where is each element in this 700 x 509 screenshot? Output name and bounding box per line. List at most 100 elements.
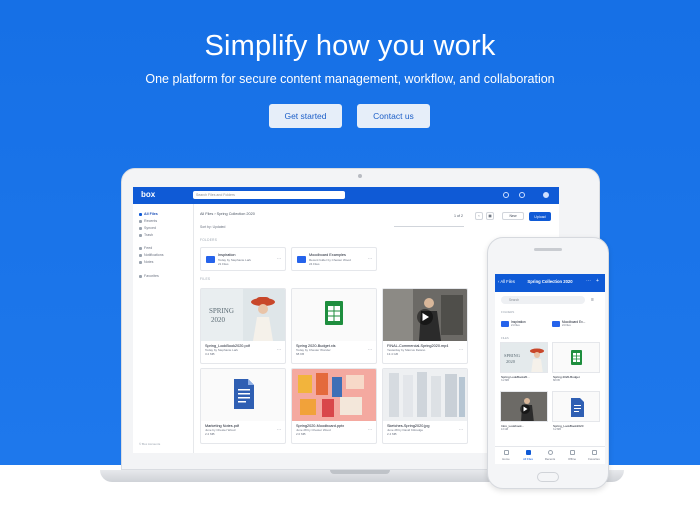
star-icon xyxy=(591,450,597,455)
zoom-slider[interactable] xyxy=(394,226,464,227)
folder-details: Today by Stephanie Lark 21 Files xyxy=(218,258,251,266)
sidebar-item-all-files[interactable]: All Files xyxy=(139,212,158,216)
sidebar-item-label: All Files xyxy=(144,212,158,216)
get-started-button[interactable]: Get started xyxy=(269,104,342,128)
more-icon[interactable]: ⋯ xyxy=(586,278,591,284)
sidebar-item-synced[interactable]: Synced xyxy=(139,226,156,230)
file-details: June by Chester Wood 2.2 MB xyxy=(205,428,235,437)
more-options-icon[interactable]: ⋯ xyxy=(277,347,281,352)
sidebar-item-feed[interactable]: Feed xyxy=(139,246,152,250)
sidebar-item-favorites[interactable]: Favorites xyxy=(139,274,159,278)
spring-lookbook-image: SPRING 2020 xyxy=(501,343,547,372)
phone-file-item[interactable]: Intro_Lookbook... 13 GB xyxy=(500,391,548,437)
more-options-icon[interactable]: ⋯ xyxy=(368,427,372,432)
more-options-icon[interactable]: ⋯ xyxy=(368,256,372,261)
folder-count: 24 Files xyxy=(309,262,320,266)
file-size: 13 GB xyxy=(501,428,509,431)
file-thumbnail-moodboard xyxy=(292,369,376,421)
phone-search-input[interactable]: Search xyxy=(501,296,585,304)
tab-label: Favorites xyxy=(588,457,600,461)
file-card[interactable]: SPRING 2020 Spring_LookBook2020.pdf Toda… xyxy=(200,288,286,364)
phone-folder-item[interactable]: Inspiration 21 Files xyxy=(501,318,549,332)
grid-view-icon[interactable]: ▦ xyxy=(486,212,494,220)
sidebar-item-trash[interactable]: Trash xyxy=(139,233,153,237)
file-thumbnail-video xyxy=(383,289,467,341)
folder-card[interactable]: Inspiration Today by Stephanie Lark 21 Fi… xyxy=(200,247,286,271)
folder-icon xyxy=(552,321,560,327)
folder-icon xyxy=(501,321,509,327)
document-icon xyxy=(553,392,599,421)
add-icon[interactable]: + xyxy=(596,278,599,284)
phone-folder-item[interactable]: Moodboard Ex... 24 Files xyxy=(552,318,600,332)
upload-button[interactable]: Upload xyxy=(529,212,551,221)
file-details: Today by Stephanie Lark 3.2 MB xyxy=(205,348,238,357)
phone-file-item[interactable]: Spring 2020-Budget 68 KB xyxy=(552,342,600,388)
box-logo[interactable]: box xyxy=(141,190,155,199)
new-button[interactable]: New xyxy=(502,212,524,220)
file-thumbnail-sketch xyxy=(383,369,467,421)
folder-count: 21 Files xyxy=(218,262,229,266)
tab-all-files[interactable]: All Files xyxy=(517,447,539,464)
file-card[interactable]: Marketing Notes.pdf June by Chester Wood… xyxy=(200,368,286,444)
file-card[interactable]: Sketches-Spring2020.jpg June 28 by David… xyxy=(382,368,468,444)
folder-name: Moodboard Examples xyxy=(309,253,346,257)
tab-offline[interactable]: Offline xyxy=(561,447,583,464)
more-options-icon[interactable]: ⋯ xyxy=(368,347,372,352)
file-details: June 28 by David Kittredge 2.4 MB xyxy=(387,428,423,437)
contact-us-button[interactable]: Contact us xyxy=(357,104,430,128)
tab-home[interactable]: Home xyxy=(495,447,517,464)
file-size: 2.4 MB xyxy=(387,431,397,436)
phone-file-item[interactable]: SPRING 2020 Spring LookBook20... 3.2 MB xyxy=(500,342,548,388)
file-card[interactable]: Spring2020-Moodboard.pptx June 28 by Che… xyxy=(291,368,377,444)
help-icon[interactable] xyxy=(503,192,509,198)
feed-icon xyxy=(139,246,142,250)
file-size: 68 KB xyxy=(296,351,305,356)
file-size: 3.2 MB xyxy=(205,351,215,356)
video-still xyxy=(383,289,467,341)
file-size: 68 KB xyxy=(553,379,560,382)
pagination: 1 of 2 xyxy=(454,214,463,218)
star-icon xyxy=(139,274,142,278)
tab-label: All Files xyxy=(523,457,533,461)
tab-recents[interactable]: Recents xyxy=(539,447,561,464)
folder-count: 24 Files xyxy=(562,324,571,327)
avatar[interactable] xyxy=(543,192,549,198)
more-options-icon[interactable]: ⋯ xyxy=(459,347,463,352)
laptop-notch xyxy=(330,470,390,474)
phone-tab-bar: Home All Files Recents Offline Favorites xyxy=(495,446,605,464)
folder-icon xyxy=(525,450,531,455)
folder-icon xyxy=(139,212,142,216)
sidebar-item-notifications[interactable]: Notifications xyxy=(139,253,164,257)
file-card[interactable]: Spring 2020-Budget.xls Today by Chester … xyxy=(291,288,377,364)
sidebar-item-recents[interactable]: Recents xyxy=(139,219,157,223)
notifications-icon[interactable] xyxy=(519,192,525,198)
sidebar-item-notes[interactable]: Notes xyxy=(139,260,153,264)
notes-icon xyxy=(139,260,142,264)
breadcrumb[interactable]: All Files › Spring Collection 2020 xyxy=(200,212,255,216)
video-still xyxy=(501,392,547,421)
more-options-icon[interactable]: ⋯ xyxy=(459,427,463,432)
offline-icon xyxy=(569,450,575,455)
search-input[interactable]: Search Files and Folders xyxy=(193,191,345,199)
phone-files-heading: FILES xyxy=(501,336,509,340)
more-options-icon[interactable]: ⋯ xyxy=(277,256,281,261)
phone-topbar: ‹ All Files Spring Collection 2020 ⋯ + xyxy=(495,274,605,292)
sort-icon[interactable]: ≡ xyxy=(591,297,594,303)
sidebar-footer: © Box Accounts xyxy=(139,442,161,446)
file-thumbnail-doc xyxy=(552,391,600,422)
file-card[interactable]: FINAL-Commercial-Spring2020.mp4 Yesterda… xyxy=(382,288,468,364)
folder-icon xyxy=(206,256,215,263)
folder-card[interactable]: Moodboard Examples Recent folder by Ches… xyxy=(291,247,377,271)
trash-icon xyxy=(139,233,142,237)
file-details: June 28 by Chester Wood 2.0 MB xyxy=(296,428,331,437)
file-size: 3.2 MB xyxy=(553,428,561,431)
sidebar-item-label: Notifications xyxy=(144,253,164,257)
file-details: Today by Chester Wonder 68 KB xyxy=(296,348,331,357)
home-icon xyxy=(503,450,509,455)
prev-page-button[interactable]: ‹ xyxy=(475,212,483,220)
svg-text:2020: 2020 xyxy=(211,316,226,324)
more-options-icon[interactable]: ⋯ xyxy=(277,427,281,432)
tab-favorites[interactable]: Favorites xyxy=(583,447,605,464)
phone-file-item[interactable]: Spring_LookBook2020 3.2 MB xyxy=(552,391,600,437)
sort-dropdown[interactable]: Sort by: Updated xyxy=(200,225,225,229)
